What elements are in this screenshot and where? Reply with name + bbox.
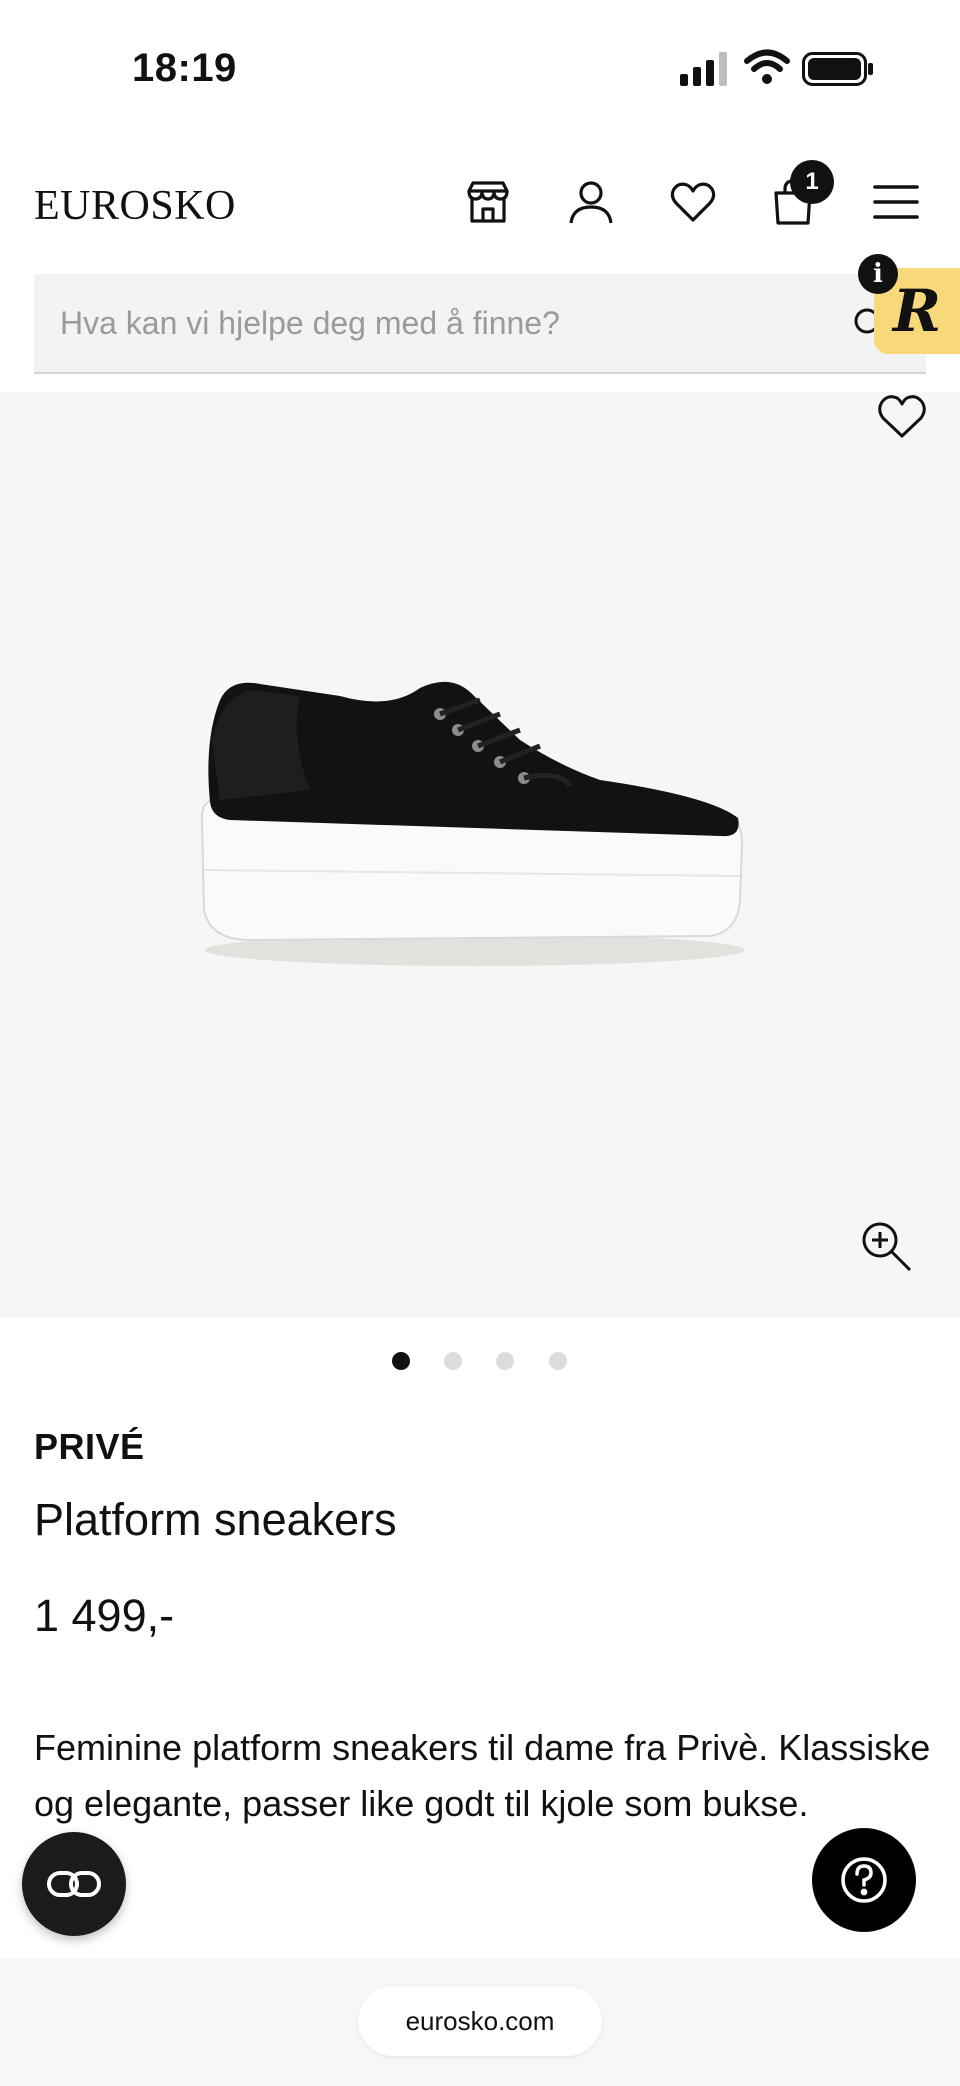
help-button[interactable] xyxy=(812,1828,916,1932)
product-brand[interactable]: PRIVÉ xyxy=(34,1426,145,1468)
product-description: Feminine platform sneakers til dame fra … xyxy=(34,1727,931,1824)
product-title: Platform sneakers xyxy=(34,1494,397,1545)
carousel-dot-4[interactable] xyxy=(549,1352,567,1370)
user-icon[interactable] xyxy=(563,172,619,232)
link-icon xyxy=(47,1871,101,1897)
heart-icon[interactable] xyxy=(665,172,721,232)
cart-count-badge: 1 xyxy=(790,160,834,204)
carousel-dot-3[interactable] xyxy=(496,1352,514,1370)
wishlist-heart-icon[interactable] xyxy=(876,392,928,440)
battery-icon xyxy=(802,52,873,86)
cellular-signal-icon xyxy=(680,52,727,86)
info-icon[interactable]: i xyxy=(858,254,898,294)
eurosko-logo[interactable]: EUROSKO xyxy=(34,182,236,230)
carousel-dots xyxy=(0,1352,960,1372)
product-image-shoe xyxy=(200,681,745,966)
product-price: 1 499,- xyxy=(34,1590,175,1641)
hamburger-menu-icon[interactable] xyxy=(868,172,924,232)
status-bar: 18:19 xyxy=(0,0,960,140)
carousel-dot-1[interactable] xyxy=(392,1352,410,1370)
carousel-dot-2[interactable] xyxy=(444,1352,462,1370)
wifi-icon xyxy=(744,49,790,84)
search-input[interactable] xyxy=(60,274,860,372)
browser-bottom-bar: eurosko.com xyxy=(0,1958,960,2086)
question-icon xyxy=(841,1857,887,1903)
zoom-in-icon[interactable] xyxy=(858,1218,914,1274)
search-bar xyxy=(34,274,926,374)
address-bar[interactable]: eurosko.com xyxy=(358,1986,602,2056)
store-icon[interactable] xyxy=(460,172,516,232)
link-button[interactable] xyxy=(22,1832,126,1936)
status-time: 18:19 xyxy=(132,46,237,90)
